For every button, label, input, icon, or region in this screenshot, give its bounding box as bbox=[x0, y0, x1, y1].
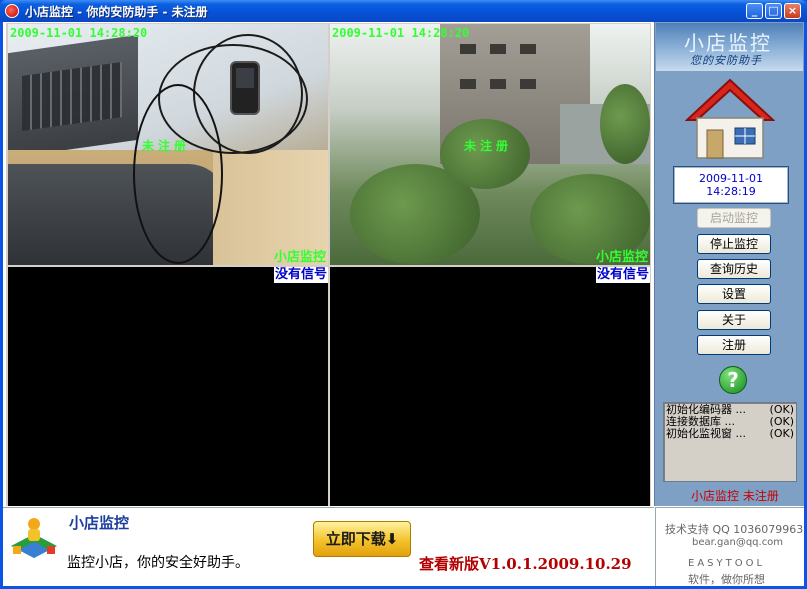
download-now-button[interactable]: 立即下载⬇ bbox=[313, 521, 411, 557]
support-email: bear.gan@qq.com bbox=[692, 537, 784, 548]
about-button[interactable]: 关于 bbox=[697, 310, 771, 330]
brand-subtitle: 您的安防助手 bbox=[690, 54, 762, 67]
unregistered-watermark: 未注册 bbox=[464, 139, 513, 153]
no-signal-label: 没有信号 bbox=[595, 267, 650, 283]
window-image bbox=[460, 79, 476, 89]
camera-view-3[interactable]: 没有信号 bbox=[8, 267, 328, 506]
log-entry: 初始化监视窗 ... (OK) bbox=[666, 428, 794, 440]
log-label: 初始化监视窗 ... bbox=[666, 427, 746, 440]
camera-view-2[interactable]: 2009-11-01 14:28:20 未注册 小店监控 bbox=[330, 24, 650, 265]
window-image bbox=[490, 79, 506, 89]
camera-timestamp: 2009-11-01 14:28:20 bbox=[332, 26, 470, 40]
company-slogan: 软件，做你所想 bbox=[688, 573, 765, 586]
app-icon bbox=[5, 4, 19, 18]
window-image bbox=[490, 44, 506, 54]
cable-image bbox=[133, 84, 223, 264]
client-area: 2009-11-01 14:28:20 未注册 小店监控 2009-11-01 … bbox=[3, 22, 804, 586]
window-image bbox=[520, 44, 536, 54]
window-image bbox=[520, 79, 536, 89]
support-qq: 技术支持 QQ 1036079963 bbox=[665, 523, 804, 536]
house-icon bbox=[685, 78, 775, 159]
brand-banner: 小店监控 您的安防助手 bbox=[656, 23, 803, 71]
camera-view-4[interactable]: 没有信号 bbox=[330, 267, 650, 506]
window-image bbox=[460, 44, 476, 54]
tree-image bbox=[600, 84, 650, 164]
support-info: 技术支持 QQ 1036079963 bear.gan@qq.com EASYT… bbox=[655, 507, 804, 586]
app-window: 小店监控 - 你的安防助手 - 未注册 _ □ × 2009-11-01 14:… bbox=[0, 0, 807, 589]
history-button[interactable]: 查询历史 bbox=[697, 259, 771, 279]
camera-name: 小店监控 bbox=[273, 250, 326, 265]
tree-image bbox=[440, 119, 530, 189]
control-panel: 小店监控 您的安防助手 2009-11-01 14:28:19 启动监控 停止监… bbox=[654, 22, 804, 506]
unregistered-watermark: 未注册 bbox=[142, 139, 191, 153]
registration-status: 小店监控 未注册 bbox=[691, 489, 779, 503]
settings-button[interactable]: 设置 bbox=[697, 284, 771, 304]
video-grid: 2009-11-01 14:28:20 未注册 小店监控 2009-11-01 … bbox=[6, 23, 651, 506]
maximize-button[interactable]: □ bbox=[765, 3, 782, 19]
help-icon[interactable]: ? bbox=[719, 366, 747, 394]
datetime-display: 2009-11-01 14:28:19 bbox=[673, 166, 789, 204]
window-title: 小店监控 - 你的安防助手 - 未注册 bbox=[25, 5, 208, 19]
camera-timestamp: 2009-11-01 14:28:20 bbox=[10, 26, 148, 40]
register-button[interactable]: 注册 bbox=[697, 335, 771, 355]
company-name: EASYTOOL bbox=[688, 558, 766, 569]
date-text: 2009-11-01 bbox=[699, 172, 763, 185]
app-logo-icon bbox=[11, 518, 57, 558]
minimize-button[interactable]: _ bbox=[746, 3, 763, 19]
new-version-link[interactable]: 查看新版V1.0.1.2009.10.29 bbox=[419, 553, 632, 574]
no-signal-label: 没有信号 bbox=[273, 267, 328, 283]
camera-name: 小店监控 bbox=[595, 250, 648, 265]
ad-banner: 小店监控 监控小店，你的安全好助手。 立即下载⬇ 查看新版V1.0.1.2009… bbox=[3, 507, 654, 586]
log-status: (OK) bbox=[769, 427, 794, 440]
status-log: 初始化编码器 ... (OK) 连接数据库 ... (OK) 初始化监视窗 ..… bbox=[663, 402, 797, 482]
stop-monitor-button[interactable]: 停止监控 bbox=[697, 234, 771, 254]
start-monitor-button[interactable]: 启动监控 bbox=[697, 208, 771, 228]
camera-view-1[interactable]: 2009-11-01 14:28:20 未注册 小店监控 bbox=[8, 24, 328, 265]
title-bar[interactable]: 小店监控 - 你的安防助手 - 未注册 _ □ × bbox=[0, 0, 807, 22]
ad-description: 监控小店，你的安全好助手。 bbox=[67, 555, 249, 571]
time-text: 14:28:19 bbox=[706, 185, 756, 198]
ad-title: 小店监控 bbox=[69, 514, 130, 532]
close-button[interactable]: × bbox=[784, 3, 801, 19]
